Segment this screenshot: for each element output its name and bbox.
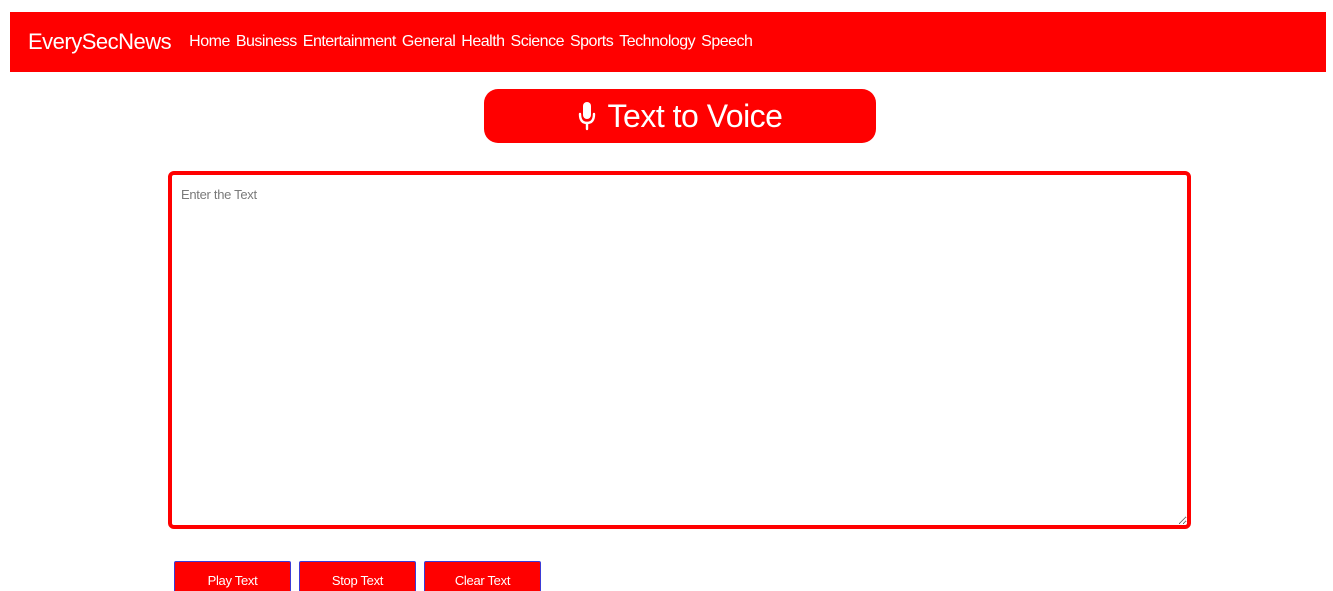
microphone-icon [578,101,596,131]
action-buttons: Play Text Stop Text Clear Text [174,561,541,591]
nav-link-health[interactable]: Health [461,33,505,51]
nav-link-science[interactable]: Science [511,33,565,51]
top-navbar: EverySecNews Home Business Entertainment… [10,12,1326,72]
text-input-container [168,171,1191,529]
nav-links: Home Business Entertainment General Heal… [189,33,753,51]
page-title: Text to Voice [607,97,783,134]
nav-link-sports[interactable]: Sports [570,33,614,51]
stop-text-button[interactable]: Stop Text [299,561,416,591]
page: EverySecNews Home Business Entertainment… [0,0,1333,591]
nav-link-home[interactable]: Home [189,33,230,51]
nav-link-technology[interactable]: Technology [619,33,695,51]
nav-link-business[interactable]: Business [236,33,297,51]
text-input[interactable] [172,175,1187,525]
nav-link-speech[interactable]: Speech [701,33,753,51]
nav-link-entertainment[interactable]: Entertainment [303,33,397,51]
nav-link-general[interactable]: General [402,33,456,51]
play-text-button[interactable]: Play Text [174,561,291,591]
brand-logo-link[interactable]: EverySecNews [28,29,172,55]
clear-text-button[interactable]: Clear Text [424,561,541,591]
page-title-banner: Text to Voice [484,89,876,143]
